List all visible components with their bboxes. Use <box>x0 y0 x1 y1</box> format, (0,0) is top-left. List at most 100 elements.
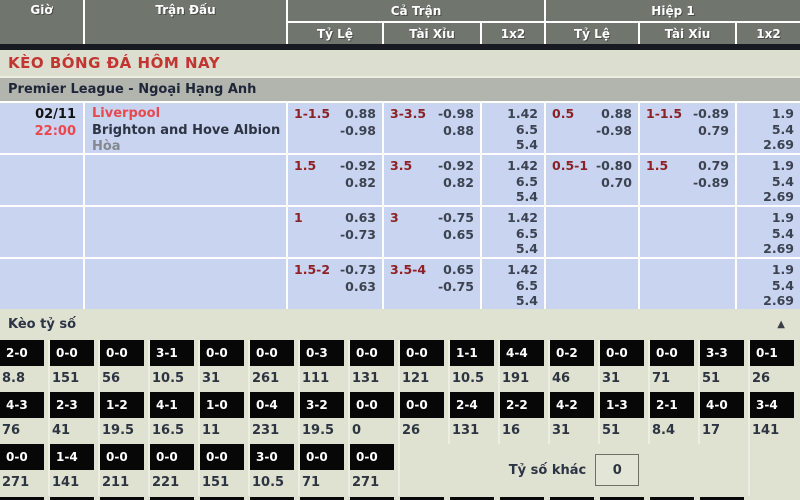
score-odd[interactable]: 151 <box>200 470 248 490</box>
score-box[interactable]: 2-4 <box>450 392 494 418</box>
score-box[interactable]: 0-0 <box>250 340 294 366</box>
score-odd[interactable]: 51 <box>700 366 748 386</box>
collapse-arrow-icon[interactable]: ▲ <box>777 319 785 330</box>
score-odd[interactable]: 10.5 <box>250 470 298 490</box>
h1-1x2-cell[interactable]: 1.95.42.69 <box>737 259 800 309</box>
score-box[interactable]: 4-2 <box>550 392 594 418</box>
ft-over-under-cell[interactable]: 3.5-0.920.82 <box>384 155 480 205</box>
score-odd[interactable]: 221 <box>150 470 198 490</box>
ft-over-under-cell[interactable]: 3-3.5-0.980.88 <box>384 103 480 153</box>
ft-handicap-cell[interactable]: 10.63-0.73 <box>288 207 382 257</box>
score-box[interactable]: 1-4 <box>50 444 94 470</box>
score-box[interactable]: 0-0 <box>50 340 94 366</box>
ft-over-under-cell[interactable]: 3-0.750.65 <box>384 207 480 257</box>
score-odd[interactable]: 19.5 <box>300 418 348 438</box>
score-odd[interactable]: 151 <box>50 366 98 386</box>
score-odd[interactable]: 10.5 <box>150 366 198 386</box>
score-box[interactable]: 1-3 <box>600 392 644 418</box>
score-box[interactable]: 4-4 <box>500 340 544 366</box>
score-odd[interactable]: 261 <box>250 366 298 386</box>
score-box[interactable]: 0-0 <box>100 340 144 366</box>
score-odd[interactable]: 271 <box>0 470 48 490</box>
score-box[interactable]: 2-2 <box>500 392 544 418</box>
score-odd[interactable]: 71 <box>300 470 348 490</box>
score-box[interactable]: 0-0 <box>600 340 644 366</box>
score-odd[interactable]: 26 <box>750 366 800 386</box>
score-odd[interactable]: 191 <box>500 366 548 386</box>
h1-over-under-cell[interactable]: 1.50.79-0.89 <box>640 155 735 205</box>
score-box[interactable]: 1-1 <box>450 340 494 366</box>
score-odd[interactable]: 111 <box>300 366 348 386</box>
score-box[interactable]: 0-0 <box>200 340 244 366</box>
score-box[interactable]: 0-0 <box>150 444 194 470</box>
score-box[interactable]: 3-3 <box>700 340 744 366</box>
score-box[interactable]: 2-3 <box>50 392 94 418</box>
ft-handicap-cell[interactable]: 1.5-0.920.82 <box>288 155 382 205</box>
score-box[interactable]: 3-0 <box>250 444 294 470</box>
score-box[interactable]: 0-0 <box>400 340 444 366</box>
score-odd[interactable]: 17 <box>700 418 748 438</box>
score-odd[interactable]: 0 <box>350 418 398 438</box>
ft-1x2-cell[interactable]: 1.426.55.4 <box>482 155 544 205</box>
score-box[interactable]: 0-0 <box>200 444 244 470</box>
h1-handicap-cell[interactable]: 0.5-1-0.800.70 <box>546 155 638 205</box>
score-odd[interactable]: 46 <box>550 366 598 386</box>
score-box[interactable]: 0-0 <box>350 392 394 418</box>
h1-1x2-cell[interactable]: 1.95.42.69 <box>737 207 800 257</box>
score-box[interactable]: 0-0 <box>100 444 144 470</box>
ft-1x2-cell[interactable]: 1.426.55.4 <box>482 259 544 309</box>
score-box[interactable]: 0-0 <box>350 340 394 366</box>
score-box[interactable]: 3-4 <box>750 392 794 418</box>
score-box[interactable]: 1-2 <box>100 392 144 418</box>
score-odd[interactable]: 131 <box>350 366 398 386</box>
score-box[interactable]: 0-0 <box>650 340 694 366</box>
score-odd[interactable]: 16.5 <box>150 418 198 438</box>
score-box[interactable]: 4-3 <box>0 392 44 418</box>
score-odd[interactable]: 16 <box>500 418 548 438</box>
other-score-input[interactable]: 0 <box>595 454 639 486</box>
score-box[interactable]: 4-1 <box>150 392 194 418</box>
ft-1x2-cell[interactable]: 1.426.55.4 <box>482 207 544 257</box>
h1-over-under-cell[interactable]: 1-1.5-0.890.79 <box>640 103 735 153</box>
score-odd[interactable]: 19.5 <box>100 418 148 438</box>
score-box[interactable]: 0-4 <box>250 392 294 418</box>
score-odd[interactable]: 8.4 <box>650 418 698 438</box>
score-odd[interactable]: 10.5 <box>450 366 498 386</box>
score-odd[interactable]: 26 <box>400 418 448 438</box>
score-box[interactable]: 0-1 <box>750 340 794 366</box>
ft-1x2-cell[interactable]: 1.426.55.4 <box>482 103 544 153</box>
score-odd[interactable]: 31 <box>550 418 598 438</box>
score-odd[interactable]: 31 <box>200 366 248 386</box>
h1-handicap-cell[interactable]: 0.50.88-0.98 <box>546 103 638 153</box>
score-odd[interactable]: 11 <box>200 418 248 438</box>
score-odd[interactable]: 41 <box>50 418 98 438</box>
score-box[interactable]: 0-0 <box>400 392 444 418</box>
score-box[interactable]: 0-0 <box>300 444 344 470</box>
score-box[interactable]: 1-0 <box>200 392 244 418</box>
ft-handicap-cell[interactable]: 1-1.50.88-0.98 <box>288 103 382 153</box>
score-box[interactable]: 0-0 <box>350 444 394 470</box>
score-odd[interactable]: 51 <box>600 418 648 438</box>
score-box[interactable]: 4-0 <box>700 392 744 418</box>
score-odd[interactable]: 231 <box>250 418 298 438</box>
score-odd[interactable]: 211 <box>100 470 148 490</box>
score-box[interactable]: 3-1 <box>150 340 194 366</box>
h1-1x2-cell[interactable]: 1.95.42.69 <box>737 155 800 205</box>
score-odd[interactable]: 71 <box>650 366 698 386</box>
score-odd[interactable]: 76 <box>0 418 48 438</box>
score-odd[interactable]: 8.8 <box>0 366 48 386</box>
ft-over-under-cell[interactable]: 3.5-40.65-0.75 <box>384 259 480 309</box>
score-box[interactable]: 2-1 <box>650 392 694 418</box>
score-box[interactable]: 0-2 <box>550 340 594 366</box>
ft-handicap-cell[interactable]: 1.5-2-0.730.63 <box>288 259 382 309</box>
score-box[interactable]: 0-3 <box>300 340 344 366</box>
score-box[interactable]: 2-0 <box>0 340 44 366</box>
score-box[interactable]: 3-2 <box>300 392 344 418</box>
score-odd[interactable]: 141 <box>50 470 98 490</box>
score-odd[interactable]: 121 <box>400 366 448 386</box>
score-odd[interactable]: 271 <box>350 470 398 490</box>
score-box[interactable]: 0-0 <box>0 444 44 470</box>
h1-1x2-cell[interactable]: 1.95.42.69 <box>737 103 800 153</box>
score-odd[interactable]: 31 <box>600 366 648 386</box>
score-odd[interactable]: 141 <box>750 418 800 438</box>
